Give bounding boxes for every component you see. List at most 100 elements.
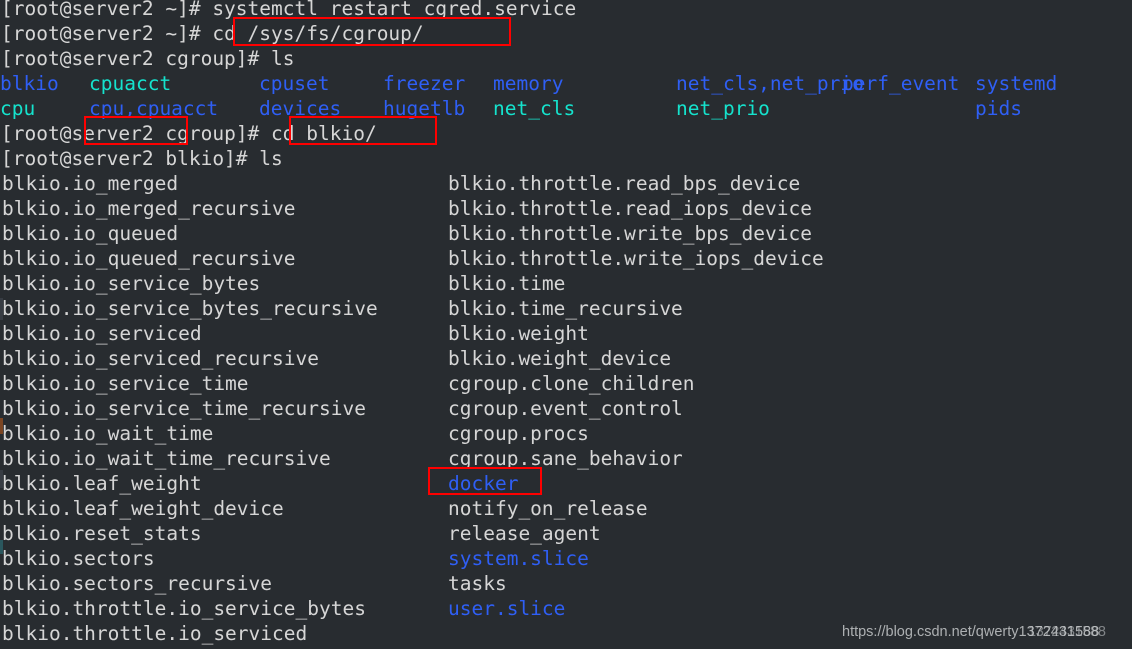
- prompt-cd-blkio-suffix: cgroup]#: [165, 122, 272, 145]
- file-entry[interactable]: blkio.io_service_time: [1, 371, 378, 396]
- file-entry-label: blkio.io_serviced_recursive: [2, 347, 319, 370]
- file-entry[interactable]: blkio.io_merged_recursive: [1, 196, 378, 221]
- watermark-secondary: 1372431588: [1028, 624, 1106, 640]
- cgroup-entry[interactable]: net_prio: [676, 96, 842, 121]
- file-entry-label: blkio.leaf_weight_device: [2, 497, 284, 520]
- cgroup-entry[interactable]: pids: [975, 96, 1095, 121]
- file-entry-label: blkio.io_service_bytes: [2, 272, 261, 295]
- file-entry-label: blkio.weight_device: [448, 347, 672, 370]
- file-entry[interactable]: blkio.throttle.read_iops_device: [447, 196, 824, 221]
- file-entry[interactable]: blkio.io_service_bytes: [1, 271, 378, 296]
- file-entry[interactable]: blkio.io_queued_recursive: [1, 246, 378, 271]
- file-entry-label: blkio.io_merged_recursive: [2, 197, 296, 220]
- file-entry[interactable]: blkio.reset_stats: [1, 521, 378, 546]
- file-entry[interactable]: tasks: [447, 571, 824, 596]
- file-entry[interactable]: cgroup.sane_behavior: [447, 446, 824, 471]
- cgroup-entry[interactable]: freezer: [383, 71, 493, 96]
- prompt-hostname: server2: [71, 122, 166, 145]
- file-entry-label: blkio.io_service_time: [2, 372, 249, 395]
- file-entry-label: notify_on_release: [448, 497, 648, 520]
- file-entry[interactable]: blkio.sectors: [1, 546, 378, 571]
- terminal-line-systemctl: [root@server2 ~]# systemctl restart cgre…: [0, 0, 1132, 21]
- command-cd-blkio: cd blkio/: [271, 122, 377, 145]
- file-entry[interactable]: notify_on_release: [447, 496, 824, 521]
- cgroup-entry[interactable]: cpuset: [259, 71, 383, 96]
- file-entry[interactable]: blkio.weight: [447, 321, 824, 346]
- file-entry[interactable]: release_agent: [447, 521, 824, 546]
- file-entry[interactable]: blkio.throttle.io_serviced: [1, 621, 378, 646]
- file-entry-label: blkio.io_merged: [2, 172, 179, 195]
- file-entry-label: cgroup.sane_behavior: [448, 447, 683, 470]
- command-systemctl: [root@server2 ~]# systemctl restart cgre…: [1, 0, 577, 20]
- file-entry-label: blkio.io_serviced: [2, 322, 202, 345]
- file-entry[interactable]: blkio.io_wait_time_recursive: [1, 446, 378, 471]
- file-entry[interactable]: blkio.leaf_weight_device: [1, 496, 378, 521]
- file-entry[interactable]: blkio.throttle.write_bps_device: [447, 221, 824, 246]
- file-entry[interactable]: blkio.io_service_time_recursive: [1, 396, 378, 421]
- blkio-listing: blkio.io_merged blkio.io_merged_recursiv…: [0, 171, 1132, 646]
- command-cd-cgroup: cd /sys/fs/cgroup/: [212, 22, 424, 45]
- file-entry-label: blkio.throttle.read_iops_device: [448, 197, 812, 220]
- cgroup-entry[interactable]: cpu: [0, 96, 89, 121]
- cgroup-entry[interactable]: hugetlb: [383, 96, 493, 121]
- terminal-window[interactable]: [root@server2 ~]# systemctl restart cgre…: [0, 0, 1132, 649]
- file-entry[interactable]: blkio.io_merged: [1, 171, 378, 196]
- file-entry[interactable]: cgroup.clone_children: [447, 371, 824, 396]
- file-entry-label: blkio.io_queued: [2, 222, 179, 245]
- cgroup-entry[interactable]: systemd: [975, 71, 1095, 96]
- cgroup-entry[interactable]: net_cls: [493, 96, 676, 121]
- terminal-line-ls-blkio: [root@server2 blkio]# ls: [0, 146, 1132, 171]
- file-entry[interactable]: user.slice: [447, 596, 824, 621]
- file-entry[interactable]: blkio.leaf_weight: [1, 471, 378, 496]
- file-entry-label: system.slice: [448, 547, 589, 570]
- file-entry-label: blkio.time: [448, 272, 566, 295]
- file-entry[interactable]: cgroup.event_control: [447, 396, 824, 421]
- file-entry-label: cgroup.clone_children: [448, 372, 695, 395]
- file-entry-label: blkio.throttle.write_iops_device: [448, 247, 824, 270]
- file-entry-label: user.slice: [448, 597, 566, 620]
- file-entry[interactable]: blkio.throttle.read_bps_device: [447, 171, 824, 196]
- cgroup-entry[interactable]: [842, 96, 975, 121]
- file-entry-label: blkio.weight: [448, 322, 589, 345]
- prompt-ls-cgroup: [root@server2 cgroup]# ls: [1, 47, 295, 70]
- file-entry-label: blkio.throttle.io_service_bytes: [2, 597, 366, 620]
- file-entry[interactable]: blkio.time: [447, 271, 824, 296]
- file-entry[interactable]: blkio.io_serviced_recursive: [1, 346, 378, 371]
- file-entry-label: blkio.throttle.read_bps_device: [448, 172, 801, 195]
- edge-artifact: [0, 540, 3, 554]
- file-entry-label: blkio.io_wait_time_recursive: [2, 447, 331, 470]
- file-entry[interactable]: blkio.io_wait_time: [1, 421, 378, 446]
- file-entry-label: blkio.io_wait_time: [2, 422, 214, 445]
- edge-artifact: [0, 298, 3, 320]
- cgroup-entry[interactable]: net_cls,net_prio: [676, 71, 864, 96]
- file-entry[interactable]: cgroup.procs: [447, 421, 824, 446]
- file-entry[interactable]: system.slice: [447, 546, 824, 571]
- file-entry-label: cgroup.procs: [448, 422, 589, 445]
- edge-artifact: [0, 470, 3, 488]
- file-entry[interactable]: blkio.throttle.io_service_bytes: [1, 596, 378, 621]
- file-entry[interactable]: blkio.io_serviced: [1, 321, 378, 346]
- cgroup-entry[interactable]: perf_event: [842, 71, 975, 96]
- file-entry[interactable]: blkio.sectors_recursive: [1, 571, 378, 596]
- cgroup-entry[interactable]: cpu,cpuacct: [89, 96, 259, 121]
- file-entry-label: docker: [448, 472, 519, 495]
- cgroup-entry[interactable]: memory: [493, 71, 676, 96]
- terminal-line-cd-cgroup: [root@server2 ~]# cd /sys/fs/cgroup/: [0, 21, 1132, 46]
- file-entry[interactable]: blkio.throttle.write_iops_device: [447, 246, 824, 271]
- file-entry[interactable]: blkio.io_queued: [1, 221, 378, 246]
- prompt-cd-blkio-prefix: [root@: [1, 122, 72, 145]
- terminal-line-ls-cgroup: [root@server2 cgroup]# ls: [0, 46, 1132, 71]
- file-entry-label: blkio.sectors: [2, 547, 155, 570]
- file-entry[interactable]: blkio.weight_device: [447, 346, 824, 371]
- file-entry[interactable]: blkio.io_service_bytes_recursive: [1, 296, 378, 321]
- file-entry-label: blkio.io_service_time_recursive: [2, 397, 366, 420]
- file-entry-label: blkio.leaf_weight: [2, 472, 202, 495]
- file-entry-label: blkio.io_queued_recursive: [2, 247, 296, 270]
- cgroup-entry[interactable]: blkio: [0, 71, 89, 96]
- file-entry[interactable]: blkio.time_recursive: [447, 296, 824, 321]
- cgroup-entry[interactable]: devices: [259, 96, 383, 121]
- file-entry-docker[interactable]: docker: [447, 471, 824, 496]
- file-entry-label: blkio.time_recursive: [448, 297, 683, 320]
- cgroup-entry[interactable]: cpuacct: [89, 71, 259, 96]
- prompt-cd-cgroup: [root@server2 ~]#: [1, 22, 213, 45]
